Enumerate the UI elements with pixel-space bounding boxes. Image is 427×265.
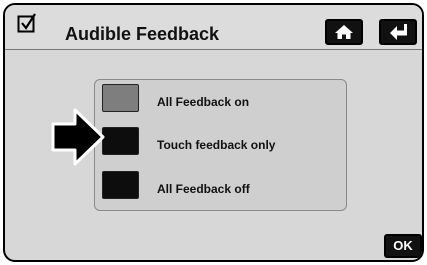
- option-indicator[interactable]: [102, 171, 139, 199]
- right-arrow-pointer-icon: [51, 108, 105, 166]
- checkbox-checked-icon: [17, 13, 36, 33]
- return-arrow-icon: [390, 24, 407, 40]
- home-icon: [335, 25, 353, 39]
- home-button[interactable]: [325, 19, 363, 45]
- ok-button[interactable]: OK: [384, 234, 422, 258]
- option-touch-feedback-only[interactable]: Touch feedback only: [102, 127, 332, 155]
- option-label: All Feedback off: [157, 182, 250, 196]
- option-indicator[interactable]: [102, 127, 139, 155]
- feedback-screen: Audible Feedback All Feedback on Touch f…: [3, 3, 424, 262]
- option-label: Touch feedback only: [157, 138, 276, 152]
- feedback-options-panel: All Feedback on Touch feedback only All …: [94, 79, 347, 211]
- option-indicator[interactable]: [102, 84, 139, 112]
- option-all-feedback-off[interactable]: All Feedback off: [102, 171, 332, 199]
- option-all-feedback-on[interactable]: All Feedback on: [102, 84, 332, 112]
- title-bar: Audible Feedback: [5, 5, 422, 50]
- option-label: All Feedback on: [157, 95, 250, 109]
- back-button[interactable]: [379, 19, 417, 45]
- page-title: Audible Feedback: [65, 24, 220, 44]
